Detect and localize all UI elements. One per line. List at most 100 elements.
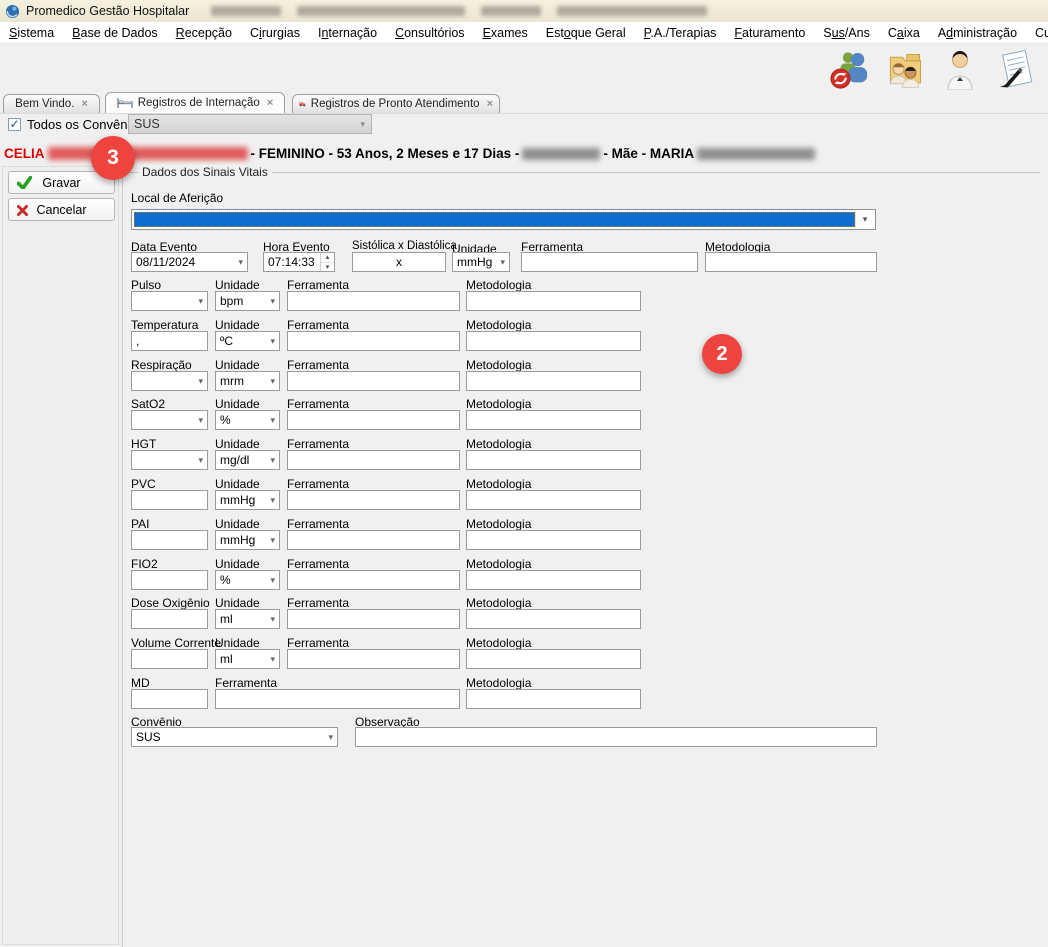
hgt-ferramenta-label: Ferramenta <box>287 437 349 451</box>
menu-item-base-de-dados[interactable]: Base de Dados <box>63 24 166 42</box>
dose-oxigenio-input[interactable] <box>131 609 208 629</box>
pvc-metodologia-input[interactable] <box>466 490 641 510</box>
local-afericao-select[interactable]: ▾ <box>131 209 876 230</box>
volume-corrente-unidade-select[interactable]: ml▾ <box>215 649 280 669</box>
ferramenta-input[interactable] <box>521 252 698 272</box>
hgt-metodologia-input[interactable] <box>466 450 641 470</box>
pulso-ferramenta-input[interactable] <box>287 291 460 311</box>
sato2-metodologia-input[interactable] <box>466 410 641 430</box>
volume-corrente-input[interactable] <box>131 649 208 669</box>
menu-item-exames[interactable]: Exames <box>474 24 537 42</box>
fio2-metodologia-input[interactable] <box>466 570 641 590</box>
volume-corrente-ferramenta-input[interactable] <box>287 649 460 669</box>
sync-users-icon <box>829 50 871 90</box>
pai-unidade-select[interactable]: mmHg▾ <box>215 530 280 550</box>
fio2-input[interactable] <box>131 570 208 590</box>
sync-users-button[interactable] <box>829 49 871 91</box>
patients-folder-button[interactable] <box>884 49 926 91</box>
pai-input[interactable] <box>131 530 208 550</box>
menu-item-consultorios[interactable]: Consultórios <box>386 24 473 42</box>
convenio-top-value: SUS <box>134 117 160 131</box>
menu-item-internacao[interactable]: Internação <box>309 24 386 42</box>
doctor-button[interactable] <box>939 49 981 91</box>
respiracao-ferramenta-input[interactable] <box>287 371 460 391</box>
menu-item-estoque-geral[interactable]: Estoque Geral <box>537 24 635 42</box>
tab-registros-de-pronto-atendimento[interactable]: Registros de Pronto Atendimento × <box>292 94 500 113</box>
pulso-unidade-select[interactable]: bpm▾ <box>215 291 280 311</box>
spin-up-icon[interactable]: ▴ <box>321 253 334 263</box>
close-icon[interactable]: × <box>81 98 87 110</box>
menu-item-recepcao[interactable]: Recepção <box>167 24 241 42</box>
cancelar-button[interactable]: Cancelar <box>8 198 115 221</box>
menu-item-cirurgias[interactable]: Cirurgias <box>241 24 309 42</box>
temperatura-ferramenta-label: Ferramenta <box>287 318 349 332</box>
respiracao-select[interactable]: ▾ <box>131 371 208 391</box>
temperatura-label: Temperatura <box>131 318 198 332</box>
menu-item-custo[interactable]: Custo <box>1026 24 1048 42</box>
close-icon[interactable]: × <box>267 97 273 109</box>
respiracao-metodologia-input[interactable] <box>466 371 641 391</box>
sidebar-splitter[interactable] <box>122 166 123 947</box>
menu-item-p-a-terapias[interactable]: P.A./Terapias <box>635 24 726 42</box>
spinner-arrows[interactable]: ▴▾ <box>320 253 334 271</box>
metodologia-input[interactable] <box>705 252 877 272</box>
pvc-unidade-select[interactable]: mmHg▾ <box>215 490 280 510</box>
md-input[interactable] <box>131 689 208 709</box>
prescription-button[interactable] <box>994 49 1036 91</box>
todos-convenios-checkbox[interactable]: ✓ <box>8 118 21 131</box>
temperatura-ferramenta-input[interactable] <box>287 331 460 351</box>
menu-item-sus-ans[interactable]: Sus/Ans <box>814 24 879 42</box>
chevron-down-icon: ▾ <box>270 455 275 466</box>
fio2-unidade-select[interactable]: %▾ <box>215 570 280 590</box>
observacao-input[interactable] <box>355 727 877 747</box>
local-afericao-selected-text <box>134 212 855 227</box>
hgt-ferramenta-input[interactable] <box>287 450 460 470</box>
pai-metodologia-label: Metodologia <box>466 517 531 531</box>
doctor-icon <box>944 50 976 90</box>
dose-oxigenio-ferramenta-input[interactable] <box>287 609 460 629</box>
pulso-metodologia-input[interactable] <box>466 291 641 311</box>
sato2-unidade-select[interactable]: %▾ <box>215 410 280 430</box>
volume-corrente-metodologia-input[interactable] <box>466 649 641 669</box>
menu-item-faturamento[interactable]: Faturamento <box>725 24 814 42</box>
data-evento-select[interactable]: 08/11/2024 ▾ <box>131 252 248 272</box>
pai-unidade-label: Unidade <box>215 517 260 531</box>
pvc-ferramenta-input[interactable] <box>287 490 460 510</box>
md-metodologia-input[interactable] <box>466 689 641 709</box>
menu-item-administracao[interactable]: Administração <box>929 24 1026 42</box>
tab-bem-vindo[interactable]: Bem Vindo. × <box>3 94 100 113</box>
pvc-unidade-label: Unidade <box>215 477 260 491</box>
hora-evento-spinner[interactable]: 07:14:33 ▴▾ <box>263 252 335 272</box>
close-icon[interactable]: × <box>487 98 493 110</box>
sato2-ferramenta-input[interactable] <box>287 410 460 430</box>
pvc-input[interactable] <box>131 490 208 510</box>
menu-item-caixa[interactable]: Caixa <box>879 24 929 42</box>
pulso-select[interactable]: ▾ <box>131 291 208 311</box>
temperatura-metodologia-input[interactable] <box>466 331 641 351</box>
convenio-select[interactable]: SUS ▾ <box>131 727 338 747</box>
respiracao-unidade-select[interactable]: mrm▾ <box>215 371 280 391</box>
tab-registros-de-internacao[interactable]: Registros de Internação × <box>105 92 285 113</box>
temperatura-unidade-select[interactable]: ºC▾ <box>215 331 280 351</box>
dose-oxigenio-unidade-select[interactable]: ml▾ <box>215 609 280 629</box>
dose-oxigenio-metodologia-input[interactable] <box>466 609 641 629</box>
spin-down-icon[interactable]: ▾ <box>321 263 334 272</box>
unidade-value: mmHg <box>457 255 492 269</box>
sistolica-input[interactable] <box>352 252 446 272</box>
fio2-unidade-label: Unidade <box>215 557 260 571</box>
hospital-bed-icon <box>117 97 133 109</box>
chevron-down-icon[interactable]: ▾ <box>855 211 874 228</box>
convenio-top-select[interactable]: SUS ▾ <box>128 114 372 134</box>
unidade-select[interactable]: mmHg ▾ <box>452 252 510 272</box>
temperatura-input[interactable] <box>131 331 208 351</box>
menu-item-sistema[interactable]: Sistema <box>0 24 63 42</box>
hgt-unidade-select[interactable]: mg/dl▾ <box>215 450 280 470</box>
pai-ferramenta-input[interactable] <box>287 530 460 550</box>
fio2-ferramenta-input[interactable] <box>287 570 460 590</box>
hgt-select[interactable]: ▾ <box>131 450 208 470</box>
chevron-down-icon: ▾ <box>270 495 275 506</box>
pai-metodologia-input[interactable] <box>466 530 641 550</box>
sato2-select[interactable]: ▾ <box>131 410 208 430</box>
volume-corrente-unidade-label: Unidade <box>215 636 260 650</box>
md-ferramenta-input[interactable] <box>215 689 460 709</box>
